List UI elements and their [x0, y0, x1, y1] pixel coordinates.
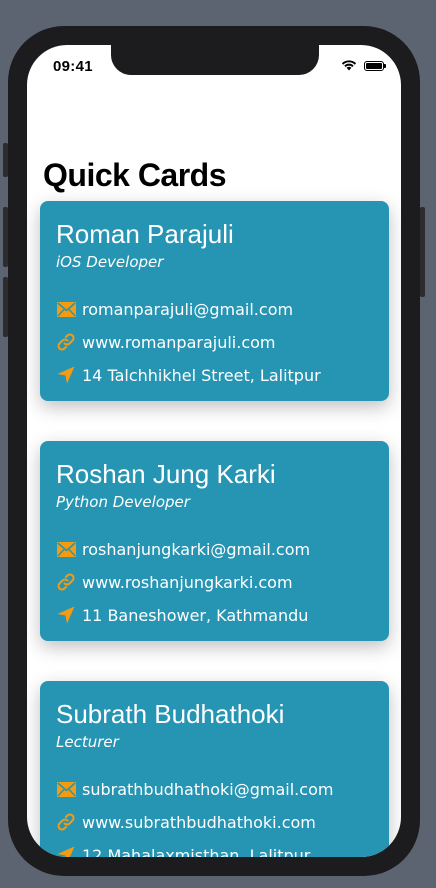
- email-row[interactable]: romanparajuli@gmail.com: [56, 298, 293, 320]
- card-name: Roman Parajuli: [56, 219, 234, 249]
- website-row[interactable]: www.romanparajuli.com: [56, 331, 276, 353]
- contact-card[interactable]: Roshan Jung Karki Python Developer rosha…: [40, 441, 389, 641]
- link-icon: [56, 812, 76, 832]
- card-name: Subrath Budhathoki: [56, 699, 285, 729]
- website-row[interactable]: www.roshanjungkarki.com: [56, 571, 293, 593]
- contact-card[interactable]: Roman Parajuli iOS Developer romanparaju…: [40, 201, 389, 401]
- address-row[interactable]: 12 Mahalaxmisthan, Lalitpur: [56, 844, 310, 857]
- card-role: Python Developer: [56, 493, 190, 511]
- email-text: subrathbudhathoki@gmail.com: [82, 779, 334, 799]
- envelope-icon: [56, 779, 76, 799]
- website-text: www.romanparajuli.com: [82, 332, 276, 352]
- email-row[interactable]: roshanjungkarki@gmail.com: [56, 538, 310, 560]
- page-title: Quick Cards: [43, 157, 227, 193]
- wifi-icon: [341, 60, 357, 71]
- card-name: Roshan Jung Karki: [56, 459, 276, 489]
- power-button: [420, 207, 425, 297]
- battery-icon: [364, 61, 386, 71]
- website-row[interactable]: www.subrathbudhathoki.com: [56, 811, 316, 833]
- email-row[interactable]: subrathbudhathoki@gmail.com: [56, 778, 333, 800]
- website-text: www.roshanjungkarki.com: [82, 572, 293, 592]
- envelope-icon: [56, 539, 76, 559]
- card-role: Lecturer: [56, 733, 119, 751]
- email-text: romanparajuli@gmail.com: [82, 299, 294, 319]
- address-text: 12 Mahalaxmisthan, Lalitpur: [82, 845, 311, 858]
- website-text: www.subrathbudhathoki.com: [82, 812, 316, 832]
- status-time: 09:41: [53, 58, 93, 75]
- envelope-icon: [56, 299, 76, 319]
- phone-frame: 09:41 Quick Cards Roman Parajuli iOS Dev…: [8, 26, 420, 876]
- location-arrow-icon: [56, 365, 76, 385]
- notch: [111, 45, 319, 75]
- location-arrow-icon: [56, 845, 76, 857]
- link-icon: [56, 332, 76, 352]
- address-row[interactable]: 11 Baneshower, Kathmandu: [56, 604, 308, 626]
- location-arrow-icon: [56, 605, 76, 625]
- address-text: 11 Baneshower, Kathmandu: [82, 605, 309, 625]
- contact-card[interactable]: Subrath Budhathoki Lecturer subrathbudha…: [40, 681, 389, 857]
- email-text: roshanjungkarki@gmail.com: [82, 539, 311, 559]
- address-text: 14 Talchhikhel Street, Lalitpur: [82, 365, 321, 385]
- card-role: iOS Developer: [56, 253, 164, 271]
- screen: 09:41 Quick Cards Roman Parajuli iOS Dev…: [27, 45, 401, 857]
- link-icon: [56, 572, 76, 592]
- address-row[interactable]: 14 Talchhikhel Street, Lalitpur: [56, 364, 321, 386]
